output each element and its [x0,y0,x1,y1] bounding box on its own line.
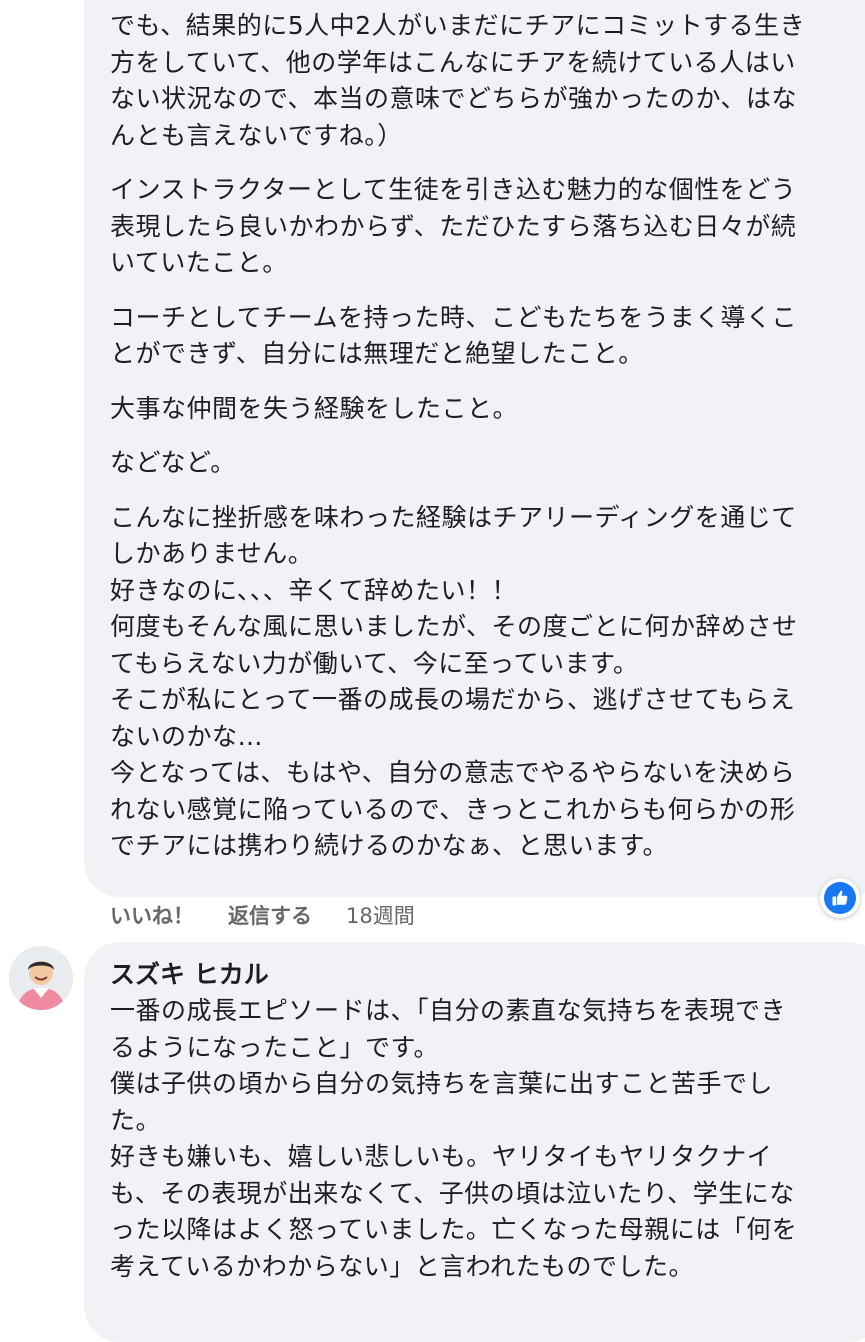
avatar[interactable] [9,946,73,1010]
comment-paragraph: などなど。 [110,448,236,477]
comment-paragraph: こんなに挫折感を味わった経験はチアリーディングを通じて しかありません。 好きな… [110,502,798,861]
comment-paragraph: コーチとしてチームを持った時、こどもたちをうまく導くこ とができず、自分には無理… [110,302,798,369]
user-avatar [9,946,73,1010]
comment-actions: いいね！ 返信する 18週間 [110,898,415,932]
comment-paragraph: でも、結果的に5人中2人がいまだにチアにコミットする生き 方をしていて、他の学年… [110,11,806,150]
comment-timestamp[interactable]: 18週間 [346,900,415,930]
reaction-badge[interactable] [820,878,860,918]
reply-button[interactable]: 返信する [228,900,312,930]
comment-paragraph: インストラクターとして生徒を引き込む魅力的な個性をどう 表現したら良いかわからず… [110,175,797,277]
comment-bubble: でも、結果的に5人中2人がいまだにチアにコミットする生き 方をしていて、他の学年… [84,0,865,897]
comment-bubble: スズキ ヒカル 一番の成長エピソードは、「自分の素直な気持ちを表現でき るように… [84,942,865,1342]
comment-paragraph: 大事な仲間を失う経験をしたこと。 [110,393,519,423]
comment-author[interactable]: スズキ ヒカル [110,957,865,993]
like-button[interactable]: いいね！ [110,900,194,930]
comment-text: 一番の成長エピソードは、「自分の素直な気持ちを表現でき るようになったこと」です… [110,996,798,1281]
thumbs-up-icon [824,882,856,914]
